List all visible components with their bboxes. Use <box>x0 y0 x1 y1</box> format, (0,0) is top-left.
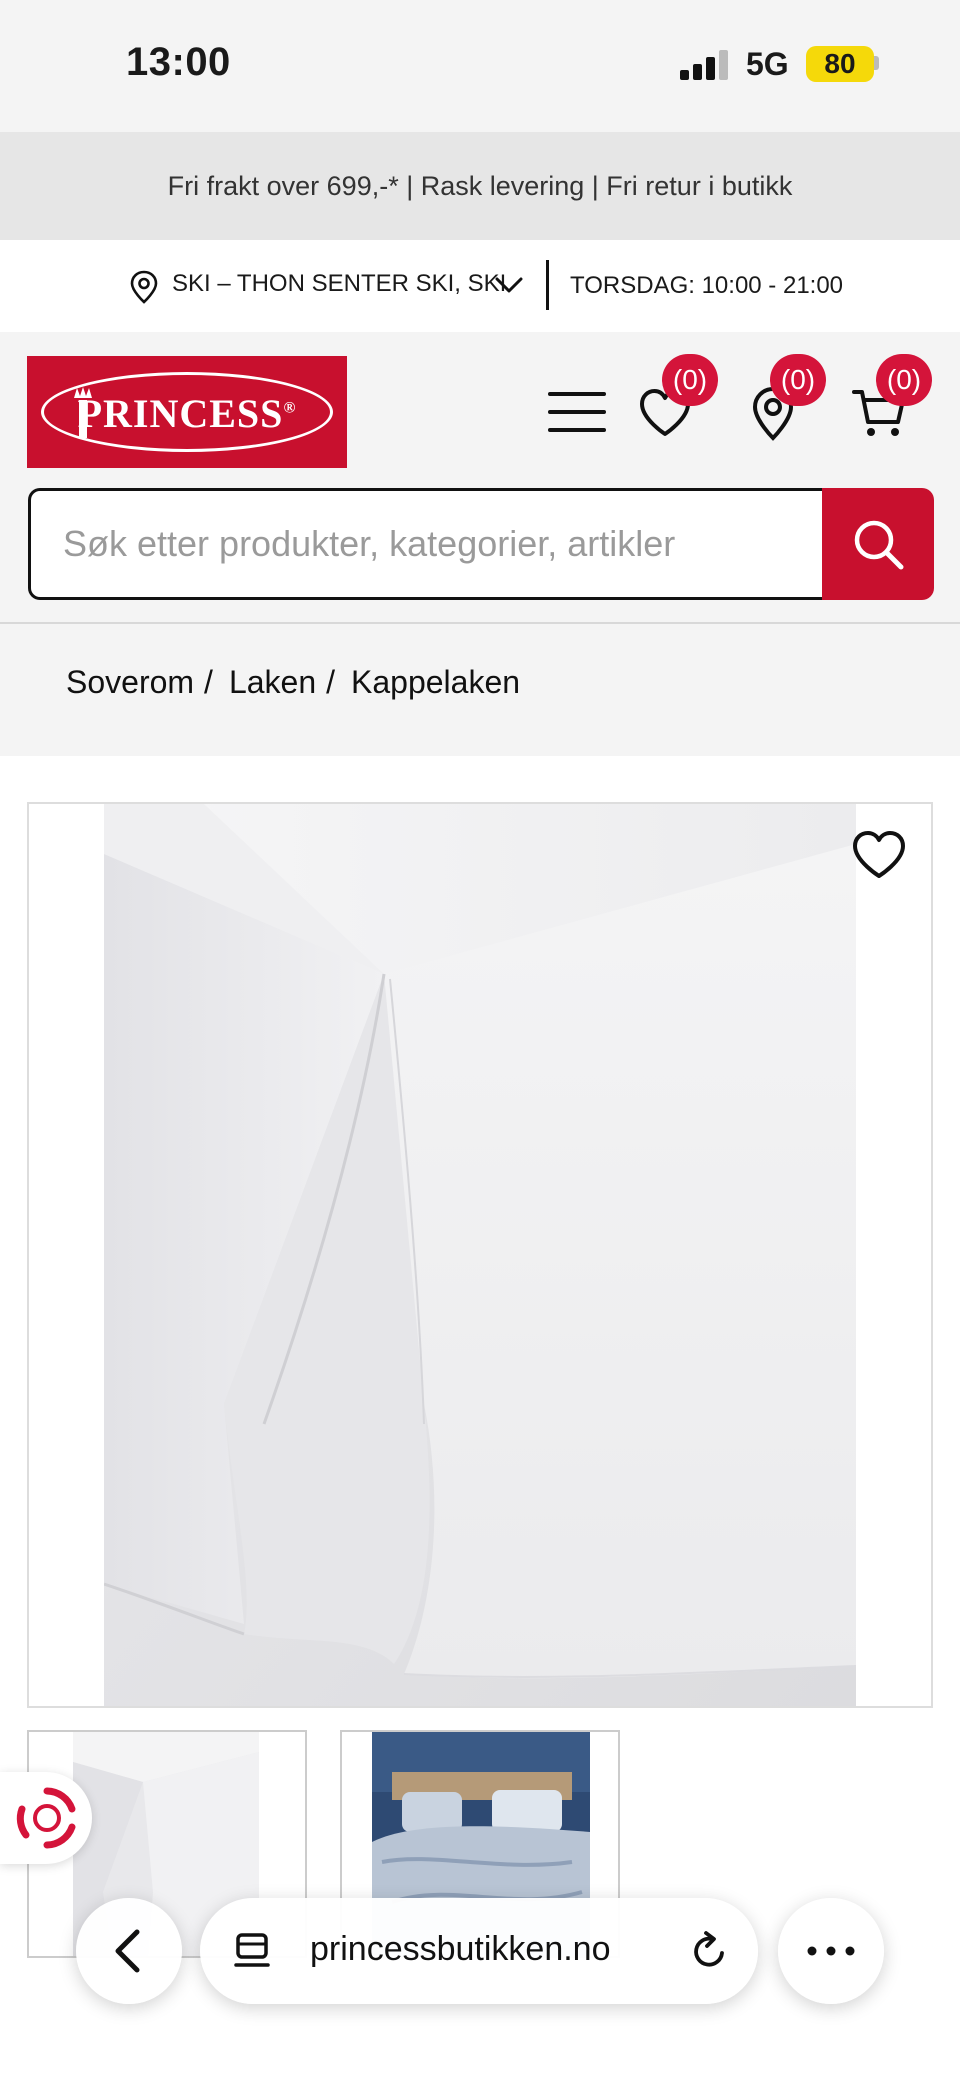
breadcrumb-separator: / <box>204 664 213 700</box>
chevron-left-icon <box>115 1929 140 1973</box>
page-menu-icon[interactable] <box>234 1931 274 1971</box>
page: 13:00 5G 80 Fri frakt over 699,-* | Rask… <box>0 0 960 2081</box>
more-dots-icon <box>807 1946 855 1956</box>
breadcrumb: Soverom / Laken / Kappelaken <box>66 664 520 701</box>
breadcrumb-item-laken[interactable]: Laken <box>229 664 316 701</box>
feedback-widget[interactable] <box>0 1772 92 1864</box>
bed-skirt-image <box>104 804 856 1706</box>
store-name-button[interactable]: SKI – THON SENTER SKI, SKI <box>172 270 506 298</box>
network-type: 5G <box>746 46 789 82</box>
battery-tip <box>874 56 879 70</box>
status-time: 13:00 <box>126 40 231 84</box>
product-image[interactable] <box>104 804 856 1706</box>
breadcrumb-item-kappelaken[interactable]: Kappelaken <box>351 664 520 701</box>
search-input[interactable] <box>28 488 824 600</box>
divider <box>546 260 549 310</box>
logo-registered-mark: ® <box>283 399 297 417</box>
product-title-partial <box>24 2060 924 2081</box>
princess-logo[interactable]: PRINCESS® <box>27 356 347 468</box>
store-selector-bar: SKI – THON SENTER SKI, SKI TORSDAG: 10:0… <box>0 240 960 332</box>
search-button[interactable] <box>822 488 934 600</box>
battery-indicator: 80 <box>806 46 874 82</box>
status-bar: 13:00 5G 80 <box>0 0 960 132</box>
breadcrumb-separator: / <box>326 664 336 700</box>
logo-text: PRINCESS® <box>27 390 347 437</box>
signal-icon <box>680 50 730 80</box>
header-divider <box>0 622 960 624</box>
url-text: princessbutikken.no <box>310 1930 611 1968</box>
store-hours: TORSDAG: 10:00 - 21:00 <box>570 272 844 299</box>
browser-back-button[interactable] <box>76 1898 182 2004</box>
wishlist-count-badge: (0) <box>662 354 718 406</box>
location-pin-icon <box>130 270 158 304</box>
menu-icon[interactable] <box>548 392 606 432</box>
browser-address-bar[interactable]: princessbutikken.no <box>200 1898 758 2004</box>
browser-more-button[interactable] <box>778 1898 884 2004</box>
add-to-wishlist-heart-icon[interactable] <box>850 828 908 882</box>
stores-count-badge: (0) <box>770 354 826 406</box>
breadcrumb-item-soverom[interactable]: Soverom <box>66 664 194 701</box>
search-icon <box>854 520 904 570</box>
cart-count-badge: (0) <box>876 354 932 406</box>
site-header: PRINCESS® (0) (0) (0) <box>0 332 960 622</box>
chevron-down-icon[interactable] <box>494 272 524 298</box>
logo-word: PRINCESS <box>77 391 284 436</box>
reload-icon[interactable] <box>690 1929 730 1973</box>
promo-banner: Fri frakt over 699,-* | Rask levering | … <box>0 132 960 240</box>
search-bar <box>28 488 934 600</box>
recycle-icon <box>16 1787 76 1849</box>
